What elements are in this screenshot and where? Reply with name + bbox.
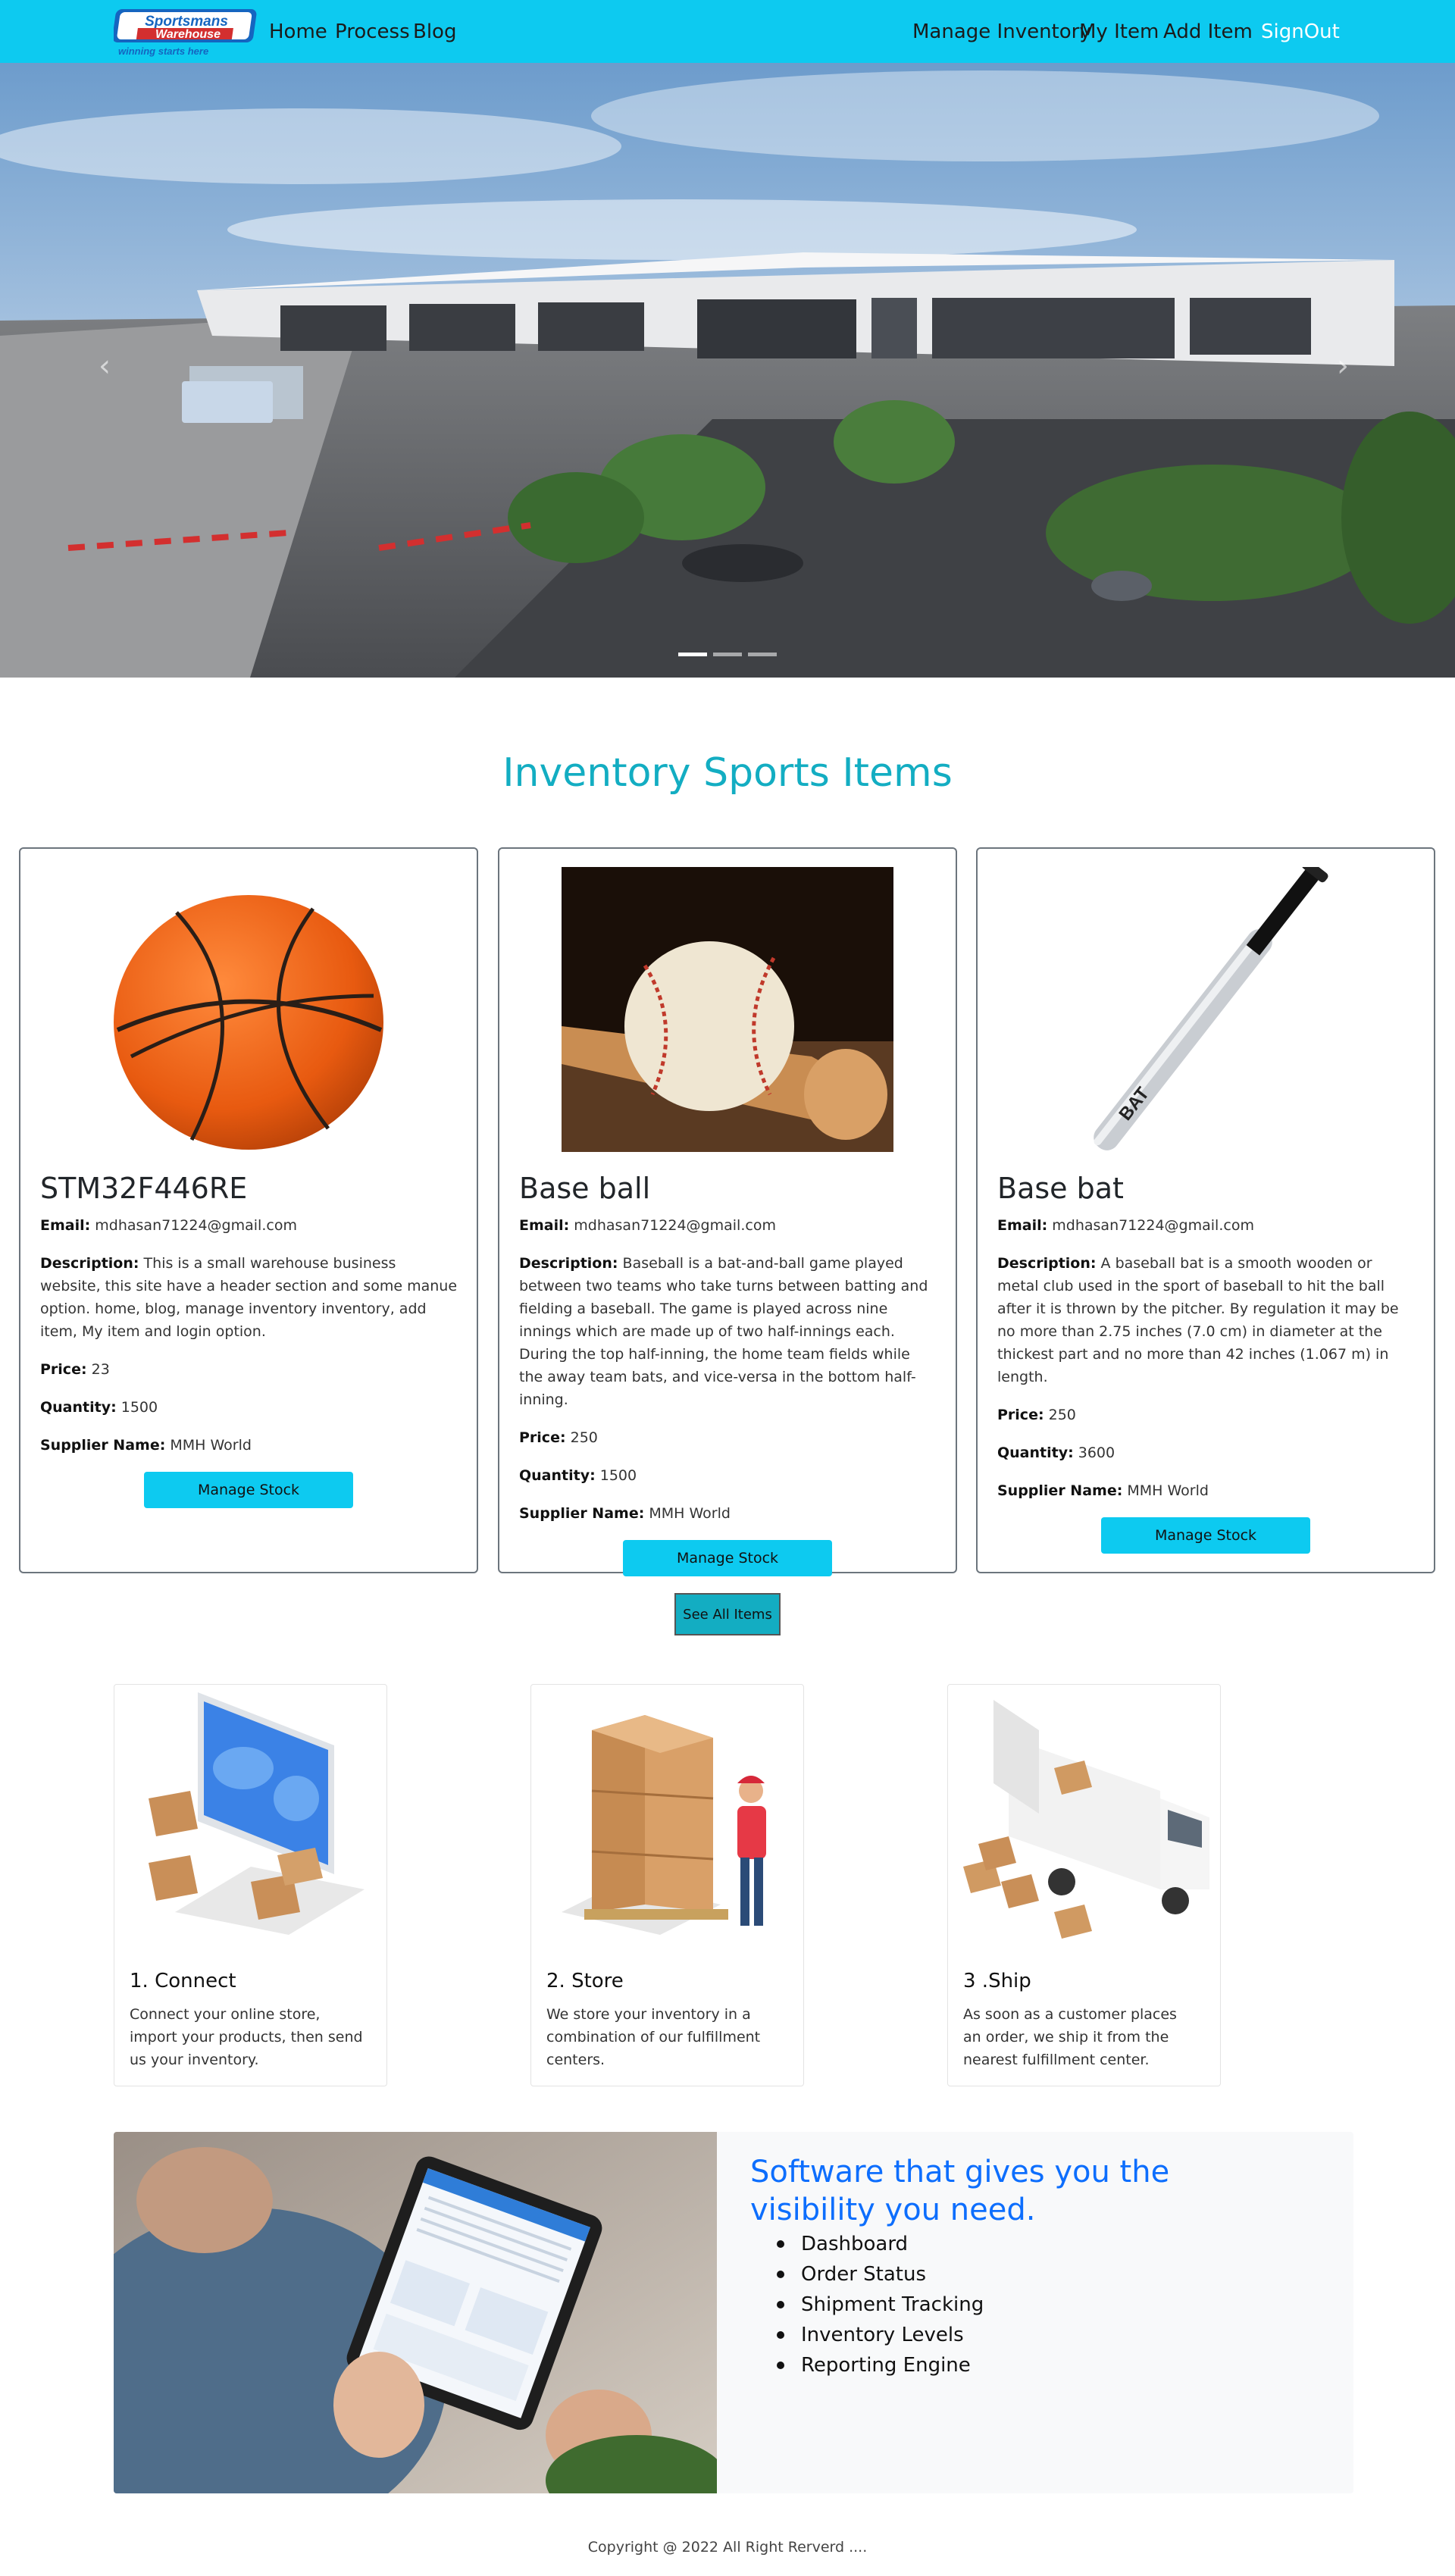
footer-copyright: Copyright @ 2022 All Right Rerverd ....	[587, 2539, 868, 2556]
feature-item: Reporting Engine	[777, 2350, 984, 2380]
item-card: STM32F446RE Email: mdhasan71224@gmail.co…	[19, 847, 478, 1573]
nav-home[interactable]: Home	[269, 18, 327, 45]
description-label: Description:	[40, 1255, 139, 1272]
item-image: BAT	[978, 867, 1434, 1152]
supplier-label: Supplier Name:	[519, 1505, 645, 1522]
supplier-label: Supplier Name:	[997, 1482, 1123, 1499]
price-label: Price:	[519, 1429, 566, 1446]
brand-logo[interactable]: Sportsmans Warehouse winning starts here	[112, 6, 262, 58]
feature-item: Shipment Tracking	[777, 2290, 984, 2320]
item-image	[20, 867, 477, 1152]
quantity-label: Quantity:	[40, 1399, 117, 1416]
step-text: Connect your online store, import your p…	[130, 2006, 363, 2068]
warehouse-image	[0, 63, 1455, 678]
nav-process[interactable]: Process	[335, 18, 410, 45]
ship-illustration	[948, 1685, 1220, 1958]
item-description: A baseball bat is a smooth wooden or met…	[997, 1255, 1399, 1385]
step-text: As soon as a customer places an order, w…	[963, 2006, 1177, 2068]
carousel-indicator[interactable]	[678, 653, 707, 656]
item-email: mdhasan71224@gmail.com	[95, 1217, 297, 1234]
step-title: 2. Store	[546, 1970, 624, 1992]
step-card: 2. Store We store your inventory in a co…	[530, 1684, 804, 2086]
item-price: 23	[91, 1361, 110, 1378]
tablet-photo	[114, 2132, 717, 2493]
carousel-indicators	[0, 653, 1455, 656]
section-title: Inventory Sports Items	[502, 750, 953, 796]
see-all-items-button[interactable]: See All Items	[674, 1593, 781, 1635]
carousel-prev-icon[interactable]: ‹	[99, 351, 121, 381]
feature-item: Dashboard	[777, 2229, 984, 2259]
feature-item: Inventory Levels	[777, 2320, 984, 2350]
logo-line2: Warehouse	[155, 28, 221, 41]
manage-stock-button[interactable]: Manage Stock	[144, 1472, 353, 1508]
carousel-indicator[interactable]	[748, 653, 777, 656]
store-illustration	[531, 1685, 803, 1958]
email-label: Email:	[997, 1217, 1048, 1234]
nav-add-item[interactable]: Add Item	[1163, 18, 1253, 45]
item-name: Base ball	[519, 1172, 651, 1205]
item-email: mdhasan71224@gmail.com	[574, 1217, 776, 1234]
software-section: Software that gives you the visibility y…	[114, 2132, 1353, 2493]
nav-manage-inventory[interactable]: Manage Inventory	[912, 18, 1091, 45]
manage-stock-button[interactable]: Manage Stock	[1101, 1517, 1310, 1554]
description-label: Description:	[519, 1255, 618, 1272]
item-quantity: 3600	[1078, 1445, 1116, 1461]
email-label: Email:	[519, 1217, 570, 1234]
item-image	[499, 867, 956, 1152]
item-quantity: 1500	[120, 1399, 158, 1416]
item-card: Base ball Email: mdhasan71224@gmail.com …	[498, 847, 957, 1576]
description-label: Description:	[997, 1255, 1097, 1272]
item-name: Base bat	[997, 1172, 1124, 1205]
nav-signout[interactable]: SignOut	[1261, 18, 1340, 45]
manage-stock-button[interactable]: Manage Stock	[623, 1540, 832, 1576]
item-email: mdhasan71224@gmail.com	[1052, 1217, 1254, 1234]
carousel-indicator[interactable]	[713, 653, 742, 656]
item-price: 250	[570, 1429, 598, 1446]
item-name: STM32F446RE	[40, 1172, 248, 1205]
quantity-label: Quantity:	[997, 1445, 1074, 1461]
software-title: Software that gives you the visibility y…	[750, 2155, 1170, 2227]
quantity-label: Quantity:	[519, 1467, 596, 1484]
hero-carousel: ‹ ›	[0, 63, 1455, 678]
item-description: Baseball is a bat-and-ball game played b…	[519, 1255, 928, 1408]
nav-my-item[interactable]: My Item	[1079, 18, 1159, 45]
connect-illustration	[114, 1685, 386, 1958]
step-card: 3 .Ship As soon as a customer places an …	[947, 1684, 1221, 2086]
feature-item: Order Status	[777, 2259, 984, 2290]
item-quantity: 1500	[599, 1467, 637, 1484]
supplier-label: Supplier Name:	[40, 1437, 166, 1454]
step-card: 1. Connect Connect your online store, im…	[114, 1684, 387, 2086]
logo-line1: Sportsmans	[145, 14, 228, 30]
price-label: Price:	[997, 1407, 1044, 1423]
step-title: 3 .Ship	[963, 1970, 1031, 1992]
item-supplier: MMH World	[1127, 1482, 1209, 1499]
step-text: We store your inventory in a combination…	[546, 2006, 761, 2068]
navbar: Sportsmans Warehouse winning starts here…	[0, 0, 1455, 63]
item-price: 250	[1048, 1407, 1076, 1423]
item-supplier: MMH World	[649, 1505, 731, 1522]
email-label: Email:	[40, 1217, 91, 1234]
nav-blog[interactable]: Blog	[413, 18, 456, 45]
price-label: Price:	[40, 1361, 87, 1378]
logo-tagline: winning starts here	[118, 45, 208, 57]
carousel-next-icon[interactable]: ›	[1337, 351, 1360, 381]
feature-list: Dashboard Order Status Shipment Tracking…	[777, 2229, 984, 2380]
step-title: 1. Connect	[130, 1970, 236, 1992]
item-supplier: MMH World	[170, 1437, 252, 1454]
item-card: BAT Base bat Email: mdhasan71224@gmail.c…	[976, 847, 1435, 1573]
